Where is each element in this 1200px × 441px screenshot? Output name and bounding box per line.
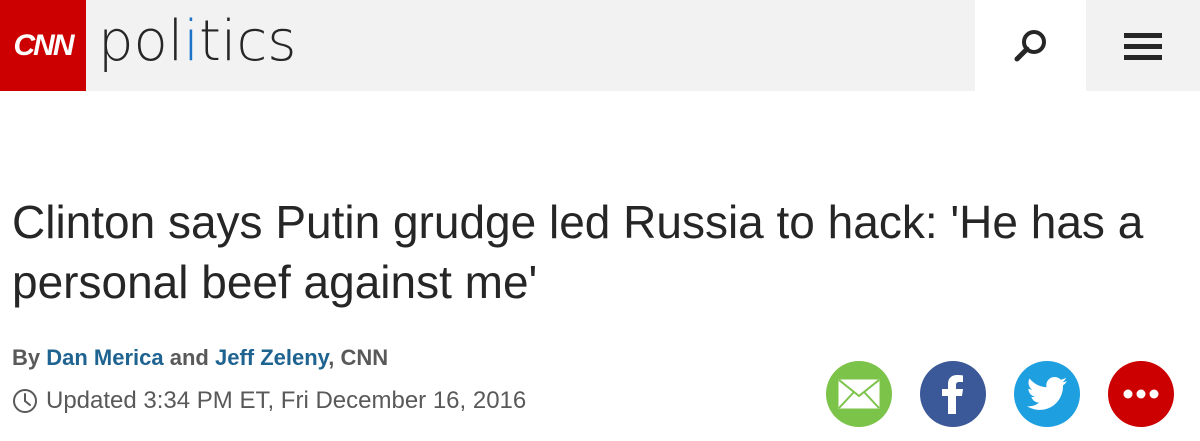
share-facebook-button[interactable] bbox=[920, 361, 986, 427]
article-headline: Clinton says Putin grudge led Russia to … bbox=[12, 196, 1144, 308]
search-button[interactable] bbox=[975, 0, 1086, 91]
section-logo-accent: i bbox=[183, 9, 199, 74]
byline-prefix: By bbox=[12, 345, 47, 370]
menu-button[interactable] bbox=[1086, 0, 1200, 91]
author-link-jeff-zeleny[interactable]: Jeff Zeleny bbox=[215, 345, 328, 370]
section-logo-politics[interactable]: politics bbox=[98, 2, 296, 82]
search-icon bbox=[1014, 29, 1046, 61]
clock-icon bbox=[13, 389, 37, 413]
section-logo-prefix: pol bbox=[98, 9, 184, 74]
share-email-button[interactable] bbox=[826, 361, 892, 427]
updated-text: Updated 3:34 PM ET, Fri December 16, 201… bbox=[46, 387, 527, 414]
twitter-icon bbox=[1027, 377, 1067, 410]
email-icon bbox=[838, 379, 880, 409]
hamburger-menu-icon bbox=[1124, 32, 1162, 60]
article-byline: By Dan Merica and Jeff Zeleny, CNN bbox=[12, 344, 388, 372]
share-twitter-button[interactable] bbox=[1014, 361, 1080, 427]
byline-suffix: , CNN bbox=[328, 345, 389, 370]
author-link-dan-merica[interactable]: Dan Merica bbox=[46, 345, 163, 370]
more-dots-icon bbox=[1123, 389, 1159, 399]
article-timestamp: Updated 3:34 PM ET, Fri December 16, 201… bbox=[12, 386, 526, 416]
facebook-icon bbox=[942, 375, 963, 414]
share-more-button[interactable] bbox=[1108, 361, 1174, 427]
byline-conjunction: and bbox=[163, 345, 215, 370]
section-logo-suffix: tics bbox=[198, 9, 297, 74]
cnn-logo[interactable]: CNN bbox=[0, 0, 86, 91]
cnn-logo-text: CNN bbox=[13, 28, 75, 62]
site-header: CNN politics bbox=[0, 0, 1200, 91]
